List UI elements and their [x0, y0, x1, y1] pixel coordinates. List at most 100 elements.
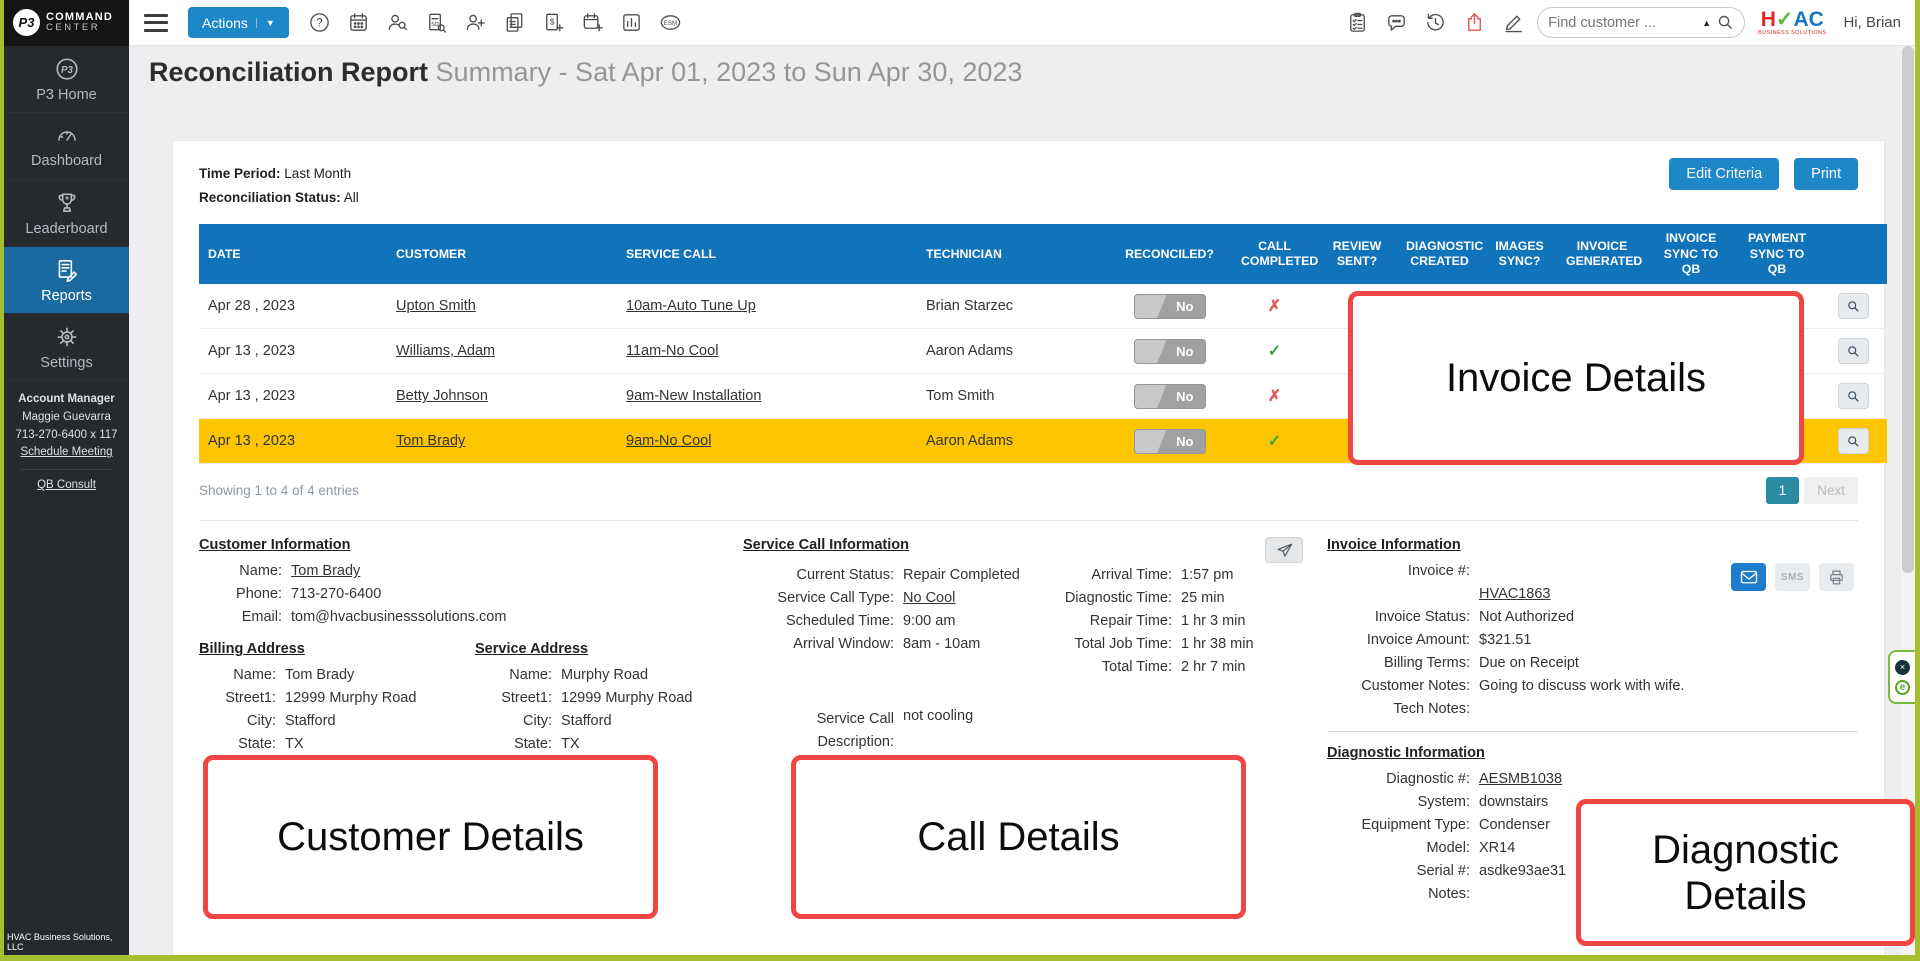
help-icon[interactable]: ? — [305, 8, 335, 38]
reports-document-icon — [54, 257, 80, 283]
status-filter: Reconciliation Status: All — [199, 186, 1858, 210]
reconciled-toggle[interactable]: No — [1134, 384, 1206, 409]
widget-close-icon[interactable]: × — [1895, 660, 1910, 675]
row-detail-magnifier-button[interactable] — [1838, 428, 1869, 454]
actions-button[interactable]: Actions ▼ — [188, 7, 289, 38]
row-detail-magnifier-button[interactable] — [1838, 383, 1869, 409]
service-call-link[interactable]: 9am-No Cool — [626, 433, 711, 449]
diagnostic-info-heading: Diagnostic Information — [1327, 745, 1858, 761]
chat-icon[interactable] — [1381, 8, 1411, 38]
qb-consult-link[interactable]: QB Consult — [37, 477, 96, 495]
service-call-search-icon[interactable]: sq — [422, 8, 452, 38]
col-actions — [1819, 224, 1887, 284]
search-input[interactable] — [1548, 15, 1696, 31]
col-service-call[interactable]: SERVICE CALL — [617, 224, 917, 284]
scrollbar-thumb[interactable] — [1902, 46, 1914, 573]
entries-summary: Showing 1 to 4 of 4 entries — [199, 483, 359, 498]
sidebar-item-leaderboard[interactable]: ★ Leaderboard — [4, 180, 129, 247]
print-button[interactable]: Print — [1794, 158, 1858, 190]
call-completed-mark: ✗ — [1268, 388, 1281, 405]
add-customer-icon[interactable] — [461, 8, 491, 38]
customer-search-box: ▲ — [1537, 7, 1745, 38]
col-images-sync[interactable]: IMAGES SYNC? — [1482, 224, 1557, 284]
chat-widget: × e — [1888, 650, 1915, 704]
col-invoice-sync-qb[interactable]: INVOICE SYNC TO QB — [1647, 224, 1735, 284]
checklist-icon[interactable] — [1342, 8, 1372, 38]
customer-search-icon[interactable] — [383, 8, 413, 38]
next-page-button[interactable]: Next — [1804, 477, 1858, 504]
account-manager-phone: 713-270-6400 x 117 — [7, 427, 126, 445]
service-call-link[interactable]: 11am-No Cool — [626, 343, 718, 359]
export-icon[interactable] — [1459, 8, 1489, 38]
col-invoice-generated[interactable]: INVOICE GENERATED — [1557, 224, 1647, 284]
customer-link[interactable]: Upton Smith — [396, 298, 476, 314]
invoice-number-link[interactable]: HVAC1863 — [1479, 586, 1550, 602]
top-bar: P3 COMMAND CENTER Actions ▼ ? sq — [4, 0, 1915, 46]
send-icon[interactable] — [1265, 537, 1303, 563]
account-manager-name: Maggie Guevarra — [7, 409, 126, 427]
report-subtitle: Summary - Sat Apr 01, 2023 to Sun Apr 30… — [436, 57, 1023, 87]
customer-link[interactable]: Tom Brady — [396, 433, 465, 449]
call-completed-mark: ✓ — [1268, 343, 1281, 360]
bar-chart-icon[interactable] — [617, 8, 647, 38]
add-appointment-icon[interactable] — [578, 8, 608, 38]
diagnostic-details-annotation: Diagnostic Details — [1576, 799, 1915, 946]
hvac-brand-logo[interactable]: H✓AC BUSINESS SOLUTIONS — [1758, 9, 1826, 37]
edit-criteria-button[interactable]: Edit Criteria — [1669, 158, 1779, 190]
sidebar-item-settings[interactable]: Settings — [4, 314, 129, 381]
row-detail-magnifier-button[interactable] — [1838, 293, 1869, 319]
customer-notes: Going to discuss work with wife. — [1479, 678, 1858, 694]
reconciled-toggle[interactable]: No — [1134, 339, 1206, 364]
customer-link[interactable]: Betty Johnson — [396, 388, 488, 404]
dashboard-gauge-icon — [53, 124, 81, 148]
widget-e-icon[interactable]: e — [1895, 680, 1910, 695]
col-technician[interactable]: TECHNICIAN — [917, 224, 1107, 284]
schedule-meeting-link[interactable]: Schedule Meeting — [20, 444, 112, 462]
email-invoice-icon[interactable] — [1731, 563, 1766, 591]
col-diagnostic-created[interactable]: DIAGNOSTIC CREATED — [1397, 224, 1482, 284]
edit-icon[interactable] — [1498, 8, 1528, 38]
print-invoice-icon[interactable] — [1819, 563, 1854, 591]
customer-name-link[interactable]: Tom Brady — [291, 563, 360, 579]
customer-email: tom@hvacbusinesssolutions.com — [291, 609, 719, 625]
svg-text:ESM: ESM — [664, 20, 677, 27]
customer-info-heading: Customer Information — [199, 537, 719, 553]
sidebar-item-p3-home[interactable]: P3 P3 Home — [4, 46, 129, 113]
service-call-link[interactable]: 9am-New Installation — [626, 388, 761, 404]
col-reconciled[interactable]: RECONCILED? — [1107, 224, 1232, 284]
report-title: Reconciliation Report — [149, 57, 428, 87]
svg-text:★: ★ — [64, 194, 69, 201]
menu-icon[interactable] — [144, 14, 168, 32]
command-center-logo[interactable]: P3 COMMAND CENTER — [4, 0, 129, 46]
customer-link[interactable]: Williams, Adam — [396, 343, 495, 359]
service-call-link[interactable]: 10am-Auto Tune Up — [626, 298, 756, 314]
copy-documents-icon[interactable] — [500, 8, 530, 38]
sms-invoice-icon[interactable]: SMS — [1775, 563, 1810, 591]
col-call-completed[interactable]: CALL COMPLETED — [1232, 224, 1317, 284]
col-date[interactable]: DATE — [199, 224, 387, 284]
current-status: Repair Completed — [903, 567, 1043, 583]
col-payment-sync-qb[interactable]: PAYMENT SYNC TO QB — [1735, 224, 1819, 284]
sidebar-item-dashboard[interactable]: Dashboard — [4, 113, 129, 180]
pagination: 1 Next — [1766, 477, 1858, 504]
search-icon[interactable] — [1717, 14, 1734, 31]
diagnostic-number-link[interactable]: AESMB1038 — [1479, 771, 1562, 787]
table-header-row: DATE CUSTOMER SERVICE CALL TECHNICIAN RE… — [199, 224, 1887, 284]
service-call-type-link[interactable]: No Cool — [903, 590, 955, 606]
esm-icon[interactable]: ESM — [656, 8, 686, 38]
col-review-sent[interactable]: REVIEW SENT? — [1317, 224, 1397, 284]
history-icon[interactable] — [1420, 8, 1450, 38]
create-invoice-icon[interactable]: $ — [539, 8, 569, 38]
call-details-annotation: Call Details — [791, 755, 1246, 919]
description-label: Service CallDescription: — [743, 708, 903, 753]
reconciled-toggle[interactable]: No — [1134, 294, 1206, 319]
reconciled-toggle[interactable]: No — [1134, 429, 1206, 454]
row-detail-magnifier-button[interactable] — [1838, 338, 1869, 364]
sidebar-item-reports[interactable]: Reports — [4, 247, 129, 314]
company-footer: HVAC Business Solutions, LLC — [7, 932, 129, 952]
col-customer[interactable]: CUSTOMER — [387, 224, 617, 284]
page-1-button[interactable]: 1 — [1766, 477, 1800, 504]
sort-triangle-icon[interactable]: ▲ — [1702, 18, 1711, 28]
billing-terms: Due on Receipt — [1479, 655, 1858, 671]
calendar-icon[interactable] — [344, 8, 374, 38]
